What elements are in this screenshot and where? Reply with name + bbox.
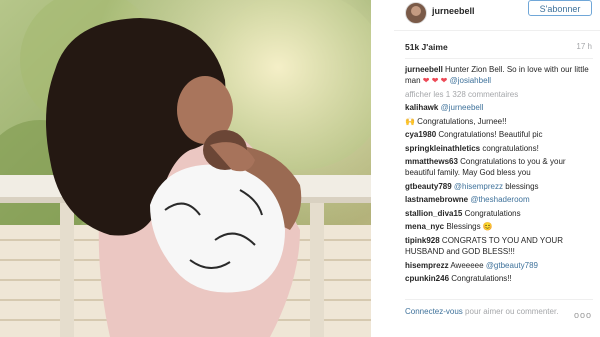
comment-item: stallion_diva15 Congratulations xyxy=(405,208,595,219)
post-time[interactable]: 17 h xyxy=(576,42,592,51)
comment-item: cya1980 Congratulations! Beautiful pic xyxy=(405,129,595,140)
comment-username[interactable]: stallion_diva15 xyxy=(405,209,462,218)
comment-item: hisemprezz Aweeeee @gtbeauty789 xyxy=(405,260,595,271)
comment-item: mena_nyc Blessings 😊 xyxy=(405,221,595,232)
post-details-panel: jurneebell S'abonner 51k J'aime 17 h jur… xyxy=(394,0,600,337)
likes-count[interactable]: 51k J'aime xyxy=(405,42,448,52)
comment-item: gtbeauty789 @hisemprezz blessings xyxy=(405,181,595,192)
post-header: jurneebell S'abonner xyxy=(394,0,600,28)
photo-illustration xyxy=(0,0,371,337)
comment-item: mmatthews63 Congratulations to you & you… xyxy=(405,156,595,178)
more-options-icon[interactable]: ooo xyxy=(574,310,592,320)
login-text: pour aimer ou commenter. xyxy=(465,307,559,316)
comment-item: 🙌 Congratulations, Jurnee!! xyxy=(405,116,595,127)
comment-username[interactable]: cya1980 xyxy=(405,130,436,139)
follow-button[interactable]: S'abonner xyxy=(528,0,592,16)
caption-mention[interactable]: @josiahbell xyxy=(450,76,491,85)
avatar-face xyxy=(411,6,421,16)
comment-item: tipink928 CONGRATS TO YOU AND YOUR HUSBA… xyxy=(405,235,595,257)
comment-username[interactable]: mena_nyc xyxy=(405,222,444,231)
comment-mention[interactable]: @jurneebell xyxy=(441,103,484,112)
footer-divider xyxy=(405,299,593,300)
comment-text: Blessings 😊 xyxy=(446,222,493,232)
comment-text: Congratulations xyxy=(464,208,521,218)
comment-mention[interactable]: @gtbeauty789 xyxy=(486,261,538,270)
comment-username[interactable]: lastnamebrowne xyxy=(405,195,468,204)
login-link[interactable]: Connectez-vous xyxy=(405,307,463,316)
comment-item: lastnamebrowne @theshaderoom xyxy=(405,194,595,205)
author-username[interactable]: jurneebell xyxy=(432,6,475,16)
comment-text: 🙌 Congratulations, Jurnee!! xyxy=(405,116,507,126)
heart-emoji-icon: ❤ ❤ ❤ xyxy=(422,76,448,86)
header-divider xyxy=(394,30,600,31)
comment-username[interactable]: springkleinathletics xyxy=(405,144,480,153)
comment-username[interactable]: cpunkin246 xyxy=(405,274,449,283)
caption-username[interactable]: jurneebell xyxy=(405,65,443,74)
comment-text: congratulations! xyxy=(482,143,539,153)
comment-text: blessings xyxy=(505,181,539,191)
comment-item: springkleinathletics congratulations! xyxy=(405,143,595,154)
comment-username[interactable]: mmatthews63 xyxy=(405,157,458,166)
post-photo[interactable] xyxy=(0,0,371,337)
comment-item: cpunkin246 Congratulations!! xyxy=(405,273,595,284)
comment-username[interactable]: hisemprezz xyxy=(405,261,449,270)
load-more-comments[interactable]: afficher les 1 328 commentaires xyxy=(405,89,595,100)
likes-divider xyxy=(405,58,593,59)
author-avatar[interactable] xyxy=(405,2,427,24)
comment-text: Congratulations!! xyxy=(451,274,512,284)
comment-text: Aweeeee xyxy=(450,260,484,270)
comment-item: kalihawk @jurneebell xyxy=(405,102,595,113)
caption: jurneebell Hunter Zion Bell. So in love … xyxy=(405,64,595,86)
comment-username[interactable]: kalihawk xyxy=(405,103,438,112)
comment-mention[interactable]: @theshaderoom xyxy=(470,195,529,204)
comment-username[interactable]: tipink928 xyxy=(405,236,440,245)
load-more-label[interactable]: afficher les 1 328 commentaires xyxy=(405,90,518,99)
comment-list: jurneebell Hunter Zion Bell. So in love … xyxy=(405,64,595,287)
login-prompt: Connectez-vous pour aimer ou commenter. xyxy=(405,306,565,317)
comment-mention[interactable]: @hisemprezz xyxy=(454,182,503,191)
comment-text: Congratulations! Beautiful pic xyxy=(438,130,543,140)
comment-username[interactable]: gtbeauty789 xyxy=(405,182,452,191)
